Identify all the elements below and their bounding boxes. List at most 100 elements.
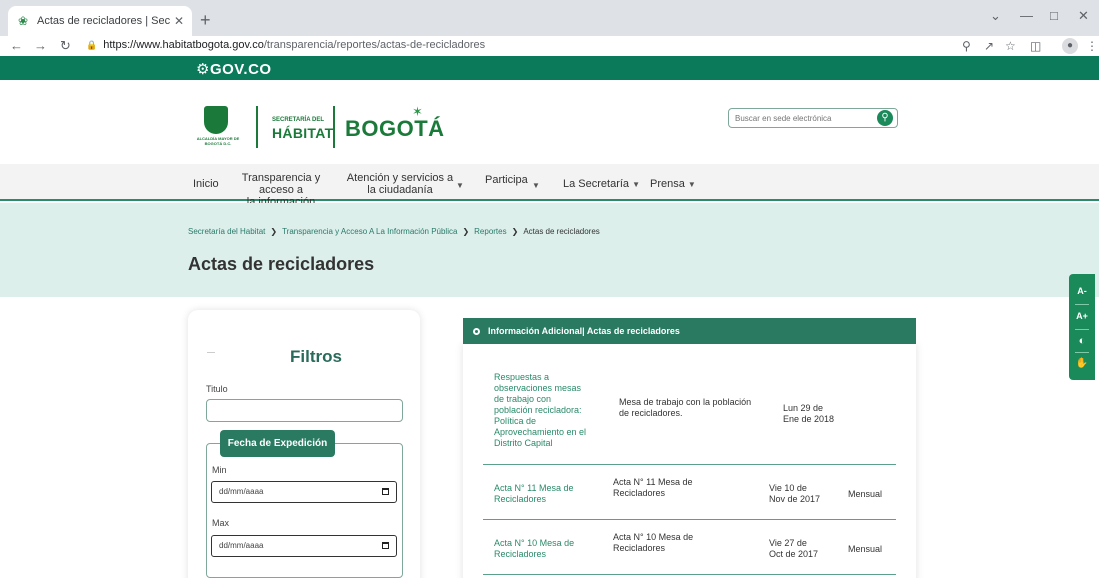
gov-shield-icon: ⚙ [196, 61, 210, 78]
description-line: de recicladores. [619, 408, 683, 418]
calendar-icon[interactable] [382, 542, 389, 549]
close-tab-icon[interactable]: ✕ [174, 14, 184, 28]
shield-icon [204, 106, 228, 134]
document-periodicity: Mensual [848, 489, 883, 499]
nav-item-inicio[interactable]: Inicio [193, 178, 219, 190]
minimize-icon[interactable]: — [1020, 8, 1033, 23]
chevron-right-icon: ❯ [270, 227, 278, 236]
breadcrumb-link[interactable]: Transparencia y Acceso A La Información … [282, 227, 457, 236]
nav-item-label: la ciudadanía [367, 184, 433, 196]
nav-item-participa[interactable]: Participa [485, 174, 528, 186]
title-line: Acta N° 10 Mesa de [494, 538, 575, 548]
nav-item-label: Atención y servicios a [346, 172, 454, 184]
browser-tab[interactable]: ❀ Actas de recicladores | Secretaría ✕ [8, 6, 192, 36]
bookmark-star-icon[interactable]: ☆ [1005, 39, 1016, 53]
date-placeholder: dd/mm/aaaa [219, 487, 264, 496]
document-date: Lun 29 de Ene de 2018 [783, 403, 853, 425]
description-line: Recicladores [613, 543, 666, 553]
tab-title: Actas de recicladores | Secretaría [37, 15, 170, 27]
calendar-icon[interactable] [382, 488, 389, 495]
secretaria-small-label: SECRETARÍA DEL [272, 117, 325, 123]
reload-icon[interactable]: ↻ [60, 38, 71, 54]
page-hero [0, 203, 1099, 297]
seal-text: ALCALDÍA MAYOR DE BOGOTÁ D.C. [196, 136, 240, 146]
divider [1075, 352, 1089, 353]
document-title-link[interactable]: Acta N° 11 Mesa de Recicladores [494, 483, 604, 505]
title-line: observaciones mesas [494, 383, 582, 393]
description-line: Acta N° 10 Mesa de [613, 532, 694, 542]
date-line: Ene de 2018 [783, 414, 835, 424]
sign-language-icon[interactable]: ✋ [1069, 358, 1095, 369]
document-title-link[interactable]: Respuestas a observaciones mesas de trab… [494, 372, 604, 449]
nav-item-secretaria[interactable]: La Secretaría ▼ [563, 178, 640, 191]
title-line: Distrito Capital [494, 438, 553, 448]
address-bar[interactable]: 🔒 https://www.habitatbogota.gov.co /tran… [86, 39, 485, 51]
bullet-icon [473, 327, 480, 335]
alcaldia-seal-logo[interactable]: ALCALDÍA MAYOR DE BOGOTÁ D.C. [194, 106, 240, 150]
window-close-icon[interactable]: ✕ [1078, 8, 1089, 24]
gov-logo-text: GOV.CO [209, 61, 272, 78]
browser-tab-bar: ❀ Actas de recicladores | Secretaría ✕ +… [0, 0, 1099, 36]
tab-search-icon[interactable]: ⌄ [990, 8, 1001, 24]
date-line: Lun 29 de [783, 403, 824, 413]
title-line: Recicladores [494, 494, 547, 504]
fecha-fieldset [206, 443, 403, 578]
min-date-input[interactable]: dd/mm/aaaa [211, 481, 397, 503]
info-header-label: Información Adicional| Actas de reciclad… [488, 326, 680, 336]
new-tab-icon[interactable]: + [200, 10, 211, 31]
increase-font-button[interactable]: A+ [1069, 311, 1095, 321]
url-host: https://www.habitatbogota.gov.co [103, 39, 264, 51]
document-title-link[interactable]: Acta N° 10 Mesa de Recicladores [494, 538, 604, 560]
profile-avatar-icon[interactable]: ● [1062, 38, 1078, 54]
nav-item-atencion[interactable]: Atención y servicios a la ciudadanía [345, 172, 455, 196]
share-icon[interactable]: ↗ [984, 39, 994, 53]
breadcrumb-current: Actas de recicladores [523, 227, 600, 236]
bogota-logo-text: BOGOTÁ [345, 116, 445, 141]
gov-co-logo[interactable]: ⚙GOV.CO [196, 60, 272, 78]
filters-title: Filtros [290, 347, 342, 366]
date-line: Vie 10 de [769, 483, 807, 493]
document-date: Vie 27 de Oct de 2017 [769, 538, 839, 560]
max-date-input[interactable]: dd/mm/aaaa [211, 535, 397, 557]
site-header [0, 80, 1099, 164]
site-search-box [728, 108, 898, 128]
fecha-expedicion-button[interactable]: Fecha de Expedición [220, 430, 335, 457]
contrast-icon[interactable]: ◐ [1069, 335, 1095, 347]
document-periodicity: Mensual [848, 544, 883, 554]
title-line: Política de [494, 416, 537, 426]
side-panel-icon[interactable]: ◫ [1030, 39, 1041, 53]
decrease-font-button[interactable]: A- [1069, 286, 1095, 296]
document-description: Acta N° 11 Mesa de Recicladores [613, 477, 723, 499]
date-line: Oct de 2017 [769, 549, 819, 559]
row-divider [483, 574, 896, 575]
nav-item-label: Prensa [650, 178, 685, 190]
forward-arrow-icon[interactable]: → [34, 38, 47, 53]
logo-divider [333, 106, 335, 148]
breadcrumb-link[interactable]: Reportes [474, 227, 506, 236]
nav-item-label: Transparencia y acceso a [241, 172, 321, 196]
date-line: Vie 27 de [769, 538, 807, 548]
star-icon: ✶ [412, 104, 423, 119]
maximize-icon[interactable]: □ [1050, 8, 1058, 23]
site-search-input[interactable] [735, 111, 875, 125]
description-line: Mesa de trabajo con la población [619, 397, 752, 407]
back-arrow-icon[interactable]: ← [10, 38, 23, 53]
row-divider [483, 464, 896, 465]
main-nav [0, 164, 1099, 201]
habitat-logo-text: HÁBITAT [272, 125, 334, 141]
nav-item-prensa[interactable]: Prensa ▼ [650, 178, 696, 191]
zoom-icon[interactable]: ⚲ [962, 39, 971, 53]
chevron-down-icon: ▼ [632, 180, 641, 189]
row-divider [483, 519, 896, 520]
titulo-input[interactable] [206, 399, 403, 422]
breadcrumb-link[interactable]: Secretaría del Habitat [188, 227, 265, 236]
breadcrumb: Secretaría del Habitat ❯ Transparencia y… [188, 227, 600, 236]
browser-menu-icon[interactable]: ⋮ [1086, 39, 1098, 53]
browser-toolbar: ← → ↻ 🔒 https://www.habitatbogota.gov.co… [0, 36, 1099, 56]
max-label: Max [212, 518, 230, 528]
document-description: Acta N° 10 Mesa de Recicladores [613, 532, 723, 554]
title-line: de trabajo con [494, 394, 552, 404]
divider [207, 352, 215, 353]
lock-icon: 🔒 [86, 39, 98, 50]
search-icon[interactable]: ⚲ [877, 110, 893, 126]
